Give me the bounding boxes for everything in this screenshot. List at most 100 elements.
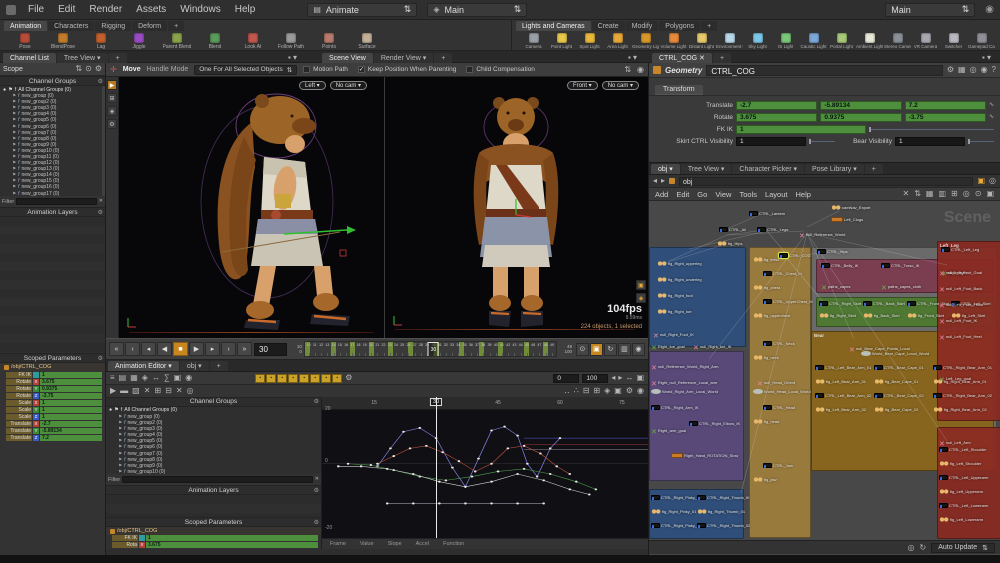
network-node[interactable]: fig_Left_Bear_Arm_01 [815, 379, 866, 384]
anim-tool-icon[interactable]: ▦ [130, 374, 138, 382]
desktop-selector[interactable]: ▤ Animate ⇅ [307, 2, 418, 17]
network-node[interactable]: fig_torso [753, 257, 779, 262]
clear-filter-icon[interactable]: ✕ [99, 199, 103, 204]
network-node[interactable]: World_Bear_Cape_Local_World [861, 351, 929, 356]
network-menu-item[interactable]: Layout [765, 190, 788, 199]
network-node[interactable]: fig_Bear_Cape_01 [874, 379, 918, 384]
anim-view-icon[interactable]: ◉ [637, 387, 644, 395]
network-toolbar-icon[interactable]: ◎ [963, 190, 970, 198]
transport-button[interactable]: ◂ [141, 342, 156, 356]
key-tool-button[interactable]: ▪ [332, 373, 343, 383]
scoped-parameter-row[interactable]: Translate X -2.7 [0, 420, 105, 427]
shelf-tool[interactable]: Look At [236, 33, 270, 50]
scoped-parameter-row[interactable]: Translate Y -5.89134 [0, 427, 105, 434]
parameter-header-icon[interactable]: ⚙ [947, 66, 954, 74]
shelf-tab[interactable]: Deform [132, 21, 168, 31]
key-tool-button[interactable]: ▪ [299, 373, 310, 383]
network-node[interactable]: fig_chest [753, 285, 780, 290]
scoped-parameter-row[interactable]: Rota X 3.675 [106, 542, 321, 549]
anim-edit-icon[interactable]: ✕ [176, 387, 183, 395]
shelf-tool[interactable]: Points [312, 33, 346, 50]
anim-view-icon[interactable]: ◈ [604, 387, 610, 395]
menubar-item[interactable]: Assets [134, 3, 168, 16]
scene-selector[interactable]: ◈ Main ⇅ [427, 2, 528, 17]
shelf-tool[interactable]: GI Light [772, 33, 799, 49]
parameter-value[interactable]: -5.89134 [40, 427, 102, 434]
tree-root-row[interactable]: ● ⚑ f All Channel Groups (0) [106, 407, 321, 414]
right-desktop-selector[interactable]: Main ⇅ [885, 2, 976, 17]
pane-split-icon[interactable]: ▪ ▾ [288, 54, 297, 62]
parameter-header-icon[interactable]: ▦ [958, 66, 966, 74]
parameter-value[interactable]: 1 [40, 371, 102, 378]
auto-update-select[interactable]: Auto Update ⇅ [931, 542, 995, 553]
network-node[interactable]: fig_Left_Upperarm [939, 489, 983, 494]
pin-icon[interactable]: ▣ [977, 177, 985, 185]
playbar-option-icon[interactable]: ▣ [589, 342, 603, 356]
pane-tab[interactable]: obj ▾ [179, 361, 209, 371]
network-toolbar-icon[interactable]: ⊙ [975, 190, 982, 198]
anim-view-icon[interactable]: ‥ [564, 387, 569, 395]
scoped-parameter-row[interactable]: FK IK 1 [106, 535, 321, 542]
network-node[interactable]: Left_Leg_goal [939, 369, 971, 387]
network-toolbar-icon[interactable]: ▥ [938, 190, 946, 198]
filter-input[interactable] [122, 476, 313, 484]
pane-tab[interactable]: + [209, 361, 228, 371]
shelf-tab[interactable]: + [168, 21, 185, 31]
parameter-value[interactable]: -2.7 [40, 420, 102, 427]
parameter-value[interactable]: 3.675 [736, 112, 818, 122]
shelf-tool[interactable]: Follow Path [274, 33, 308, 50]
pane-tab[interactable]: CTRL_COG ✕ [652, 53, 712, 63]
network-node[interactable]: fig_Right_Pinky_01 [651, 509, 696, 514]
playbar-option-icon[interactable]: ◉ [631, 342, 645, 356]
globe-icon[interactable]: ◎ [989, 177, 996, 185]
network-node[interactable]: fig_Bear_Cape_02 [874, 407, 918, 412]
gear-icon[interactable]: ⚙ [314, 487, 319, 494]
anim-view-icon[interactable]: ∴ [574, 387, 579, 395]
viewport-tool-icon[interactable]: ⚙ [107, 119, 117, 129]
global-start[interactable]: 0 [289, 349, 302, 354]
shelf-tool[interactable]: Switcher [940, 33, 967, 49]
shelf-tool[interactable]: Sky Light [744, 33, 771, 49]
channel-group-row[interactable]: ⚑ f new_group17 (0) [0, 191, 105, 196]
parameter-value[interactable]: 3.675 [40, 378, 102, 385]
shelf-tool[interactable]: Surface [350, 33, 384, 50]
key-tool-button[interactable]: ▪ [288, 373, 299, 383]
scope-link-icon[interactable]: ⊙ [85, 65, 92, 73]
toolbar-checkbox[interactable]: ✓ Keep Position When Parenting [357, 66, 456, 73]
shelf-tool[interactable]: Stereo Camera [884, 33, 911, 49]
scope-sync-icon[interactable]: ⇅ [75, 65, 82, 73]
network-toolbar-icon[interactable]: ▦ [926, 190, 934, 198]
network-node[interactable]: CTRL_Left_Lowerarm [939, 503, 988, 508]
shelf-tool[interactable]: Caustic Light [800, 33, 827, 49]
network-node[interactable]: CTRL_Chest_M [763, 271, 802, 276]
transport-button[interactable]: « [109, 342, 124, 356]
shelf-tab[interactable]: Polygons [659, 21, 701, 31]
network-node[interactable]: CTRL_Left_Bear_Arm_01 [815, 365, 871, 370]
pane-tab[interactable]: Character Picker ▾ [732, 164, 804, 174]
parameter-value[interactable]: 1 [736, 136, 806, 146]
viewport-tool-icon[interactable]: ▶ [107, 80, 117, 90]
pane-tab[interactable]: Render View ▾ [373, 53, 434, 63]
network-node[interactable]: CTRL_Lantern [749, 211, 785, 216]
shelf-tool[interactable]: BlendPose [46, 33, 80, 50]
network-node[interactable]: CTRL_Right_Arm_IK [651, 405, 699, 410]
network-node[interactable]: CTRL_Neck [763, 341, 795, 346]
shelf-tool[interactable]: Ambient Light [856, 33, 883, 49]
network-node[interactable]: CTRL_Belly_IK [821, 263, 858, 268]
pane-tab[interactable]: + [712, 53, 732, 63]
network-menu-item[interactable]: Help [795, 190, 810, 199]
key-tool-button[interactable]: ▪ [321, 373, 332, 383]
network-canvas[interactable]: Scene Bear Left_Leg CTRL_Lantern camNav_Ex… [649, 201, 1000, 540]
network-node[interactable]: fig_Right_Thumb_01 [697, 509, 745, 514]
shelf-tool[interactable]: VR Camera [912, 33, 939, 49]
anim-edit-icon[interactable]: ▬ [120, 387, 128, 395]
keyframe-icon[interactable]: ∿ [989, 102, 994, 108]
visibility-slider[interactable] [968, 138, 994, 144]
viewport-tool-icon[interactable]: ◈ [107, 106, 117, 116]
transport-button[interactable]: » [237, 342, 252, 356]
parameter-value[interactable]: -2.7 [736, 100, 818, 110]
network-menu-item[interactable]: Go [697, 190, 707, 199]
scoped-node-row[interactable]: /obj/CTRL_COG [106, 527, 321, 535]
network-node[interactable]: CTRL_Right_Thumb_02 [697, 523, 750, 528]
animation-layers-table[interactable] [106, 495, 321, 518]
